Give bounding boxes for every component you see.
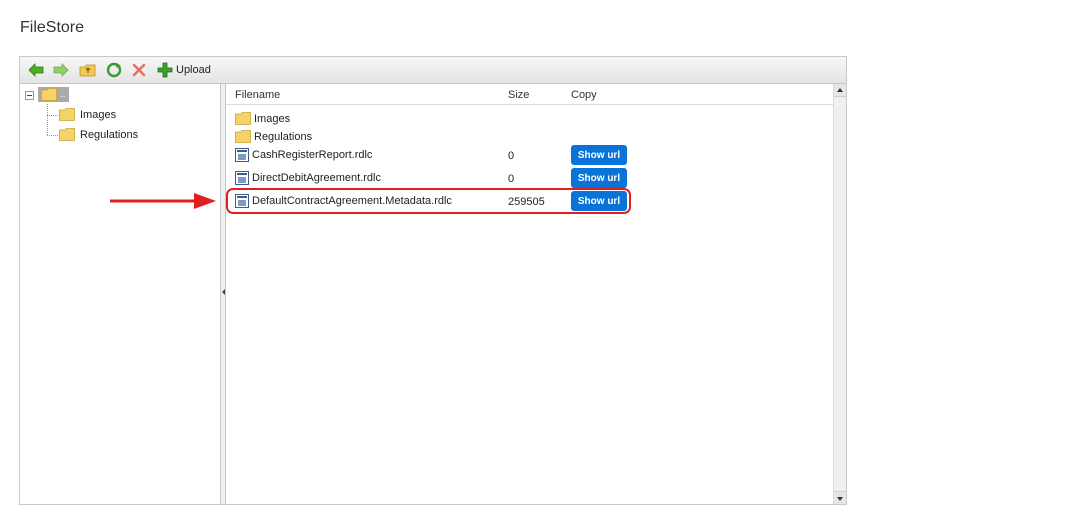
file-size: 0 <box>508 173 515 185</box>
scroll-down-icon[interactable] <box>834 491 846 504</box>
show-url-button[interactable]: Show url <box>571 145 627 165</box>
red-arrow-icon <box>110 193 216 209</box>
back-arrow-icon[interactable] <box>28 62 44 78</box>
forward-arrow-icon[interactable] <box>53 62 69 78</box>
tree-root-label: .. <box>60 89 66 100</box>
folder-tree: .. Images Regulations <box>20 84 221 504</box>
upload-label: Upload <box>176 64 211 76</box>
file-name: Regulations <box>254 130 313 143</box>
folder-icon <box>41 88 57 101</box>
report-file-icon <box>235 148 249 162</box>
collapse-arrow-icon[interactable] <box>222 289 225 295</box>
tree-root[interactable]: .. <box>38 87 69 102</box>
delete-icon[interactable] <box>131 62 147 78</box>
file-name: CashRegisterReport.rdlc <box>252 149 373 161</box>
column-header-copy[interactable]: Copy <box>571 89 597 101</box>
tree-item-images[interactable]: Images <box>59 108 116 121</box>
file-grid: Filename Size Copy Images Regulations Ca… <box>226 84 833 504</box>
show-url-button[interactable]: Show url <box>571 168 627 188</box>
file-name: DirectDebitAgreement.rdlc <box>252 172 381 184</box>
folder-icon <box>235 112 251 125</box>
tree-item-label: Images <box>80 108 117 121</box>
folder-icon <box>235 130 251 143</box>
file-name: Images <box>254 112 291 125</box>
folder-icon <box>59 108 75 121</box>
tree-item-label: Regulations <box>80 128 139 141</box>
highlight-box <box>226 188 631 214</box>
column-header-size[interactable]: Size <box>508 89 529 101</box>
report-file-icon <box>235 171 249 185</box>
grid-row[interactable]: Images <box>226 109 833 129</box>
refresh-icon[interactable] <box>106 62 122 78</box>
vertical-scrollbar[interactable] <box>833 84 846 504</box>
collapse-toggle[interactable] <box>25 91 34 100</box>
folder-icon <box>59 128 75 141</box>
page-title: FileStore <box>20 19 85 36</box>
toolbar: Upload <box>20 57 846 84</box>
grid-header: Filename Size Copy <box>226 84 833 105</box>
grid-row[interactable]: Regulations <box>226 127 833 147</box>
column-header-filename[interactable]: Filename <box>235 89 280 101</box>
scroll-up-icon[interactable] <box>834 84 846 97</box>
folder-up-icon[interactable] <box>79 62 96 78</box>
upload-button[interactable]: Upload <box>157 62 211 78</box>
tree-item-regulations[interactable]: Regulations <box>59 128 138 141</box>
file-manager: Upload .. Images Regulations Filename Si… <box>19 56 847 505</box>
grid-row[interactable]: DirectDebitAgreement.rdlc 0 Show url <box>226 168 833 188</box>
plus-icon <box>157 62 173 78</box>
grid-row[interactable]: CashRegisterReport.rdlc 0 Show url <box>226 145 833 165</box>
file-size: 0 <box>508 150 515 162</box>
